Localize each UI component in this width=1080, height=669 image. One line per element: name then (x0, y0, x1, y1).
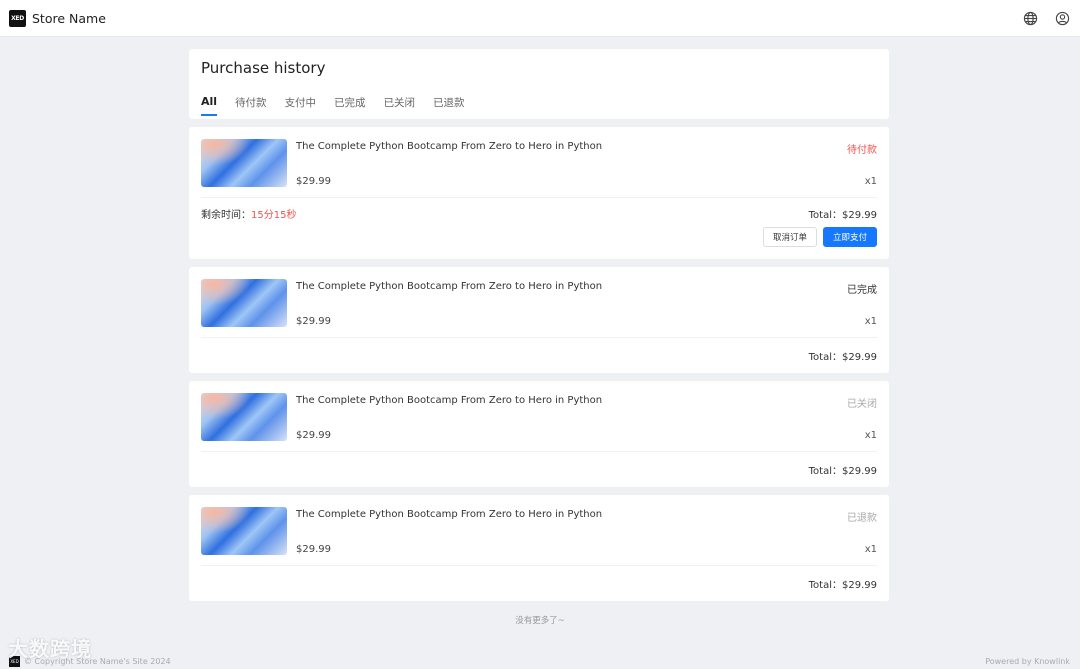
brand[interactable]: XED Store Name (9, 9, 106, 27)
cancel-order-button[interactable]: 取消订单 (762, 227, 817, 247)
course-price: $29.99 (296, 544, 331, 555)
history-header-card: Purchase history All 待付款 支付中 已完成 已关闭 已退款 (189, 49, 889, 119)
order-quantity: x1 (864, 316, 877, 327)
order-card: The Complete Python Bootcamp From Zero t… (189, 127, 889, 259)
course-price: $29.99 (296, 430, 331, 441)
order-total: Total：$29.99 (808, 210, 877, 221)
page-title: Purchase history (201, 59, 326, 77)
powered-by-text[interactable]: Powered by Knowlink (985, 657, 1070, 666)
order-quantity: x1 (864, 544, 877, 555)
course-thumbnail[interactable] (201, 139, 287, 187)
store-logo: XED (9, 9, 26, 27)
tab-completed[interactable]: 已完成 (334, 95, 366, 116)
order-status: 已退款 (847, 513, 877, 524)
order-total: Total：$29.99 (808, 580, 877, 591)
tab-paying[interactable]: 支付中 (285, 95, 317, 116)
order-quantity: x1 (864, 176, 877, 187)
course-thumbnail[interactable] (201, 393, 287, 441)
user-circle-icon[interactable] (1055, 11, 1070, 26)
course-title[interactable]: The Complete Python Bootcamp From Zero t… (296, 141, 847, 152)
order-quantity: x1 (864, 430, 877, 441)
order-card: The Complete Python Bootcamp From Zero t… (189, 267, 889, 373)
store-name[interactable]: Store Name (32, 11, 106, 26)
tab-refunded[interactable]: 已退款 (433, 95, 465, 116)
course-title[interactable]: The Complete Python Bootcamp From Zero t… (296, 395, 847, 406)
course-thumbnail[interactable] (201, 507, 287, 555)
status-tabs: All 待付款 支付中 已完成 已关闭 已退款 (201, 95, 877, 116)
order-card: The Complete Python Bootcamp From Zero t… (189, 495, 889, 601)
course-price: $29.99 (296, 316, 331, 327)
order-status: 待付款 (847, 145, 877, 156)
order-total: Total：$29.99 (808, 352, 877, 363)
course-title[interactable]: The Complete Python Bootcamp From Zero t… (296, 509, 847, 520)
tab-pending-payment[interactable]: 待付款 (235, 95, 267, 116)
course-thumbnail[interactable] (201, 279, 287, 327)
order-total: Total：$29.99 (808, 466, 877, 477)
countdown-label: 剩余时间： (201, 210, 251, 221)
globe-icon[interactable] (1023, 11, 1038, 26)
purchase-history-container: Purchase history All 待付款 支付中 已完成 已关闭 已退款… (189, 49, 889, 601)
order-status: 已完成 (847, 285, 877, 296)
watermark: 大数跨境 (8, 637, 92, 661)
tab-closed[interactable]: 已关闭 (384, 95, 416, 116)
tab-all[interactable]: All (201, 95, 218, 116)
course-price: $29.99 (296, 176, 331, 187)
order-item[interactable]: The Complete Python Bootcamp From Zero t… (201, 393, 877, 441)
order-item[interactable]: The Complete Python Bootcamp From Zero t… (201, 279, 877, 327)
countdown-time: 15分15秒 (251, 210, 297, 221)
order-item[interactable]: The Complete Python Bootcamp From Zero t… (201, 507, 877, 555)
no-more-text: 没有更多了~ (515, 616, 565, 626)
order-status: 已关闭 (847, 399, 877, 410)
top-bar: XED Store Name (0, 0, 1080, 37)
course-title[interactable]: The Complete Python Bootcamp From Zero t… (296, 281, 847, 292)
order-card: The Complete Python Bootcamp From Zero t… (189, 381, 889, 487)
order-item[interactable]: The Complete Python Bootcamp From Zero t… (201, 139, 877, 187)
pay-now-button[interactable]: 立即支付 (822, 227, 877, 247)
payment-countdown: 剩余时间：15分15秒 (201, 206, 296, 221)
